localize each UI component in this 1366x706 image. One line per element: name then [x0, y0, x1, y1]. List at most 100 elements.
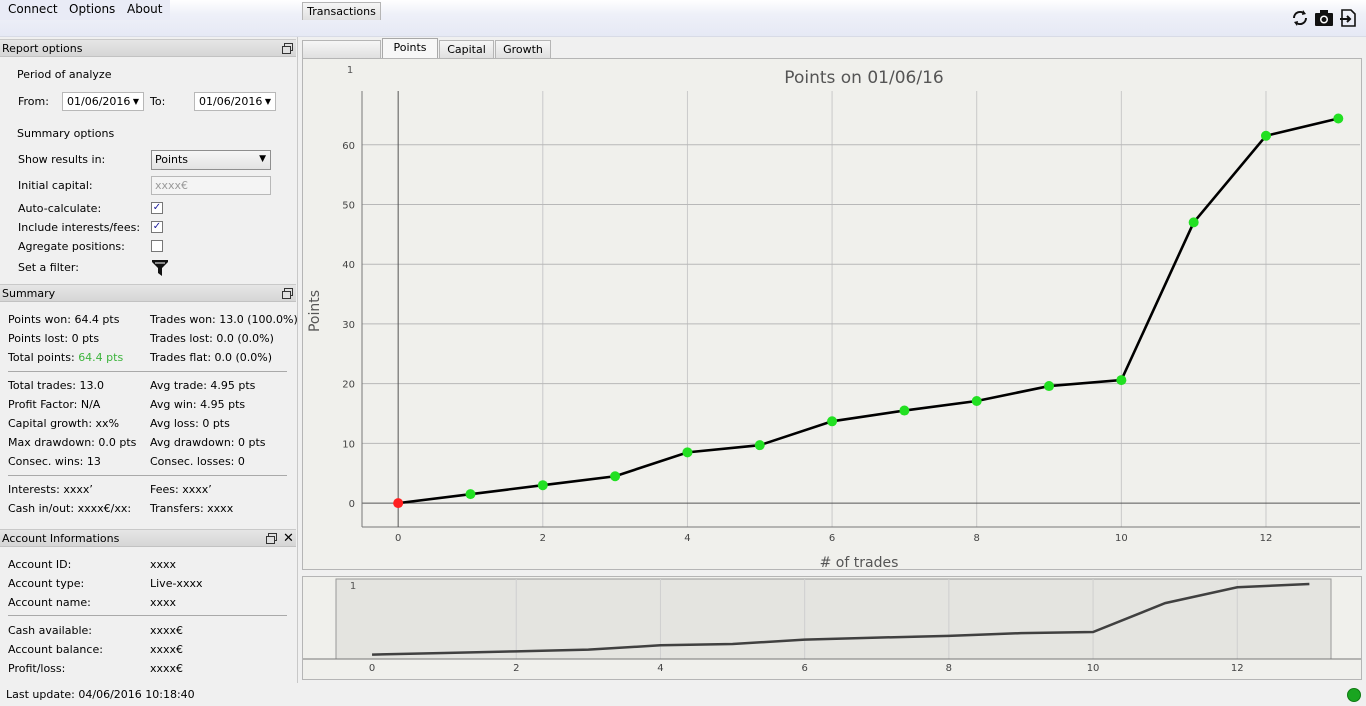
chart-title: Points on 01/06/16: [784, 68, 943, 88]
cash-available-label: Cash available:: [8, 624, 92, 637]
chevron-down-icon: ▼: [259, 154, 266, 164]
x-axis-label: # of trades: [820, 555, 899, 569]
to-date-field[interactable]: 01/06/2016 ▼: [194, 92, 276, 111]
consec-losses: Consec. losses: 0: [150, 455, 245, 468]
avg-trade: Avg trade: 4.95 pts: [150, 379, 256, 392]
points-chart[interactable]: Points on 01/06/16 1 0 2 4 6 8 10 12 0 10 20 30 40 50 6…: [302, 58, 1362, 571]
overview-tick-label: 0: [369, 663, 375, 674]
include-fees-checkbox[interactable]: ✓: [151, 221, 163, 233]
initial-capital-label: Initial capital:: [18, 179, 93, 192]
last-update: Last update: 04/06/2016 10:18:40: [6, 688, 195, 701]
tab-growth[interactable]: Growth: [495, 40, 551, 58]
filter-icon[interactable]: [152, 260, 168, 279]
float-panel-icon[interactable]: [282, 43, 293, 54]
initial-capital-input[interactable]: xxxx€: [151, 176, 271, 195]
from-date-field[interactable]: 01/06/2016 ▼: [62, 92, 144, 111]
profit-loss-value: xxxx€: [150, 662, 184, 675]
divider: [8, 615, 287, 616]
close-icon[interactable]: ✕: [283, 530, 294, 548]
interests: Interests: xxxx’: [8, 483, 93, 496]
menu-about[interactable]: About: [127, 2, 162, 16]
include-fees-label: Include interests/fees:: [18, 221, 141, 234]
overview-tick-label: 2: [513, 663, 519, 674]
overview-tick-label: 10: [1087, 663, 1100, 674]
fees: Fees: xxxx’: [150, 483, 212, 496]
y-tick-label: 60: [342, 141, 355, 152]
summary-header: Summary: [0, 284, 296, 302]
x-tick-label: 4: [684, 533, 690, 544]
exit-icon[interactable]: [1338, 8, 1358, 28]
avg-win: Avg win: 4.95 pts: [150, 398, 246, 411]
overview-tick-label: 6: [801, 663, 807, 674]
to-date-value: 01/06/2016: [199, 95, 263, 108]
splitter[interactable]: [297, 37, 298, 683]
from-label: From:: [18, 95, 49, 108]
points-lost: Points lost: 0 pts: [8, 332, 100, 345]
trades-flat: Trades flat: 0.0 (0.0%): [150, 351, 273, 364]
show-results-label: Show results in:: [18, 153, 106, 166]
cash-available-value: xxxx€: [150, 624, 184, 637]
overview-selection: [335, 578, 1332, 660]
initial-capital-placeholder: xxxx€: [155, 179, 189, 192]
tab-transactions[interactable]: Transactions: [302, 2, 381, 20]
filter-label: Set a filter:: [18, 261, 79, 274]
report-options-header: Report options: [0, 39, 296, 57]
total-points-label: Total points:: [8, 351, 75, 364]
data-point: [754, 440, 765, 451]
trades-lost: Trades lost: 0.0 (0.0%): [150, 332, 274, 345]
x-tick-label: 12: [1260, 533, 1273, 544]
consec-wins: Consec. wins: 13: [8, 455, 101, 468]
account-name-value: xxxx: [150, 596, 177, 609]
account-id-label: Account ID:: [8, 558, 72, 571]
points-series-line: [397, 117, 1339, 505]
data-point: [1333, 113, 1344, 124]
y-tick-label: 0: [349, 499, 355, 510]
overview-tick-label: 12: [1231, 663, 1244, 674]
camera-icon[interactable]: [1314, 8, 1334, 28]
account-id-value: xxxx: [150, 558, 177, 571]
overview-tick-label: 8: [946, 663, 952, 674]
points-chart-svg: Points on 01/06/1610 2 4 6 8 10 12010203040506…: [307, 65, 1360, 571]
x-tick-label: 6: [829, 533, 835, 544]
y-tick-label: 50: [342, 200, 355, 211]
overview-chart-svg: 10 2 4 6 8 10 12: [303, 578, 1361, 674]
tab-points[interactable]: Points: [382, 38, 438, 59]
data-point: [610, 471, 621, 482]
auto-calc-checkbox[interactable]: ✓: [151, 202, 163, 214]
float-panel-icon[interactable]: [282, 288, 293, 299]
overview-tick-label: 4: [657, 663, 663, 674]
chevron-down-icon: ▼: [264, 97, 271, 106]
account-name-label: Account name:: [8, 596, 91, 609]
y-tick-label: 30: [342, 320, 355, 331]
tab-transactions-bg: [302, 40, 381, 58]
data-point: [1188, 217, 1199, 228]
data-point: [537, 480, 548, 491]
y-axis-label: Points: [307, 290, 323, 332]
menu-bar: Connect Options About: [0, 0, 1366, 37]
data-point: [971, 395, 982, 406]
tab-capital[interactable]: Capital: [439, 40, 494, 58]
data-point: [682, 447, 693, 458]
account-header: Account Informations ✕: [0, 529, 296, 547]
x-tick-label: 2: [540, 533, 546, 544]
refresh-icon[interactable]: [1290, 8, 1310, 28]
max-drawdown: Max drawdown: 0.0 pts: [8, 436, 137, 449]
float-panel-icon[interactable]: [266, 533, 277, 544]
data-point: [1116, 375, 1127, 386]
account-type-value: Live-xxxx: [150, 577, 203, 590]
transfers: Transfers: xxxx: [150, 502, 234, 515]
menu-options[interactable]: Options: [69, 2, 115, 16]
overview-chart[interactable]: 1 0 2 4 6 8 10 12: [302, 576, 1362, 680]
from-date-value: 01/06/2016: [67, 95, 131, 108]
avg-drawdown: Avg drawdown: 0 pts: [150, 436, 266, 449]
show-results-select[interactable]: Points ▼: [151, 150, 271, 170]
y-tick-label: 10: [342, 439, 355, 450]
aggregate-checkbox[interactable]: [151, 240, 163, 252]
report-options-title: Report options: [2, 42, 83, 55]
total-trades: Total trades: 13.0: [8, 379, 104, 392]
y-tick-label: 20: [342, 380, 355, 391]
aggregate-label: Agregate positions:: [18, 240, 125, 253]
menu-connect[interactable]: Connect: [8, 2, 58, 16]
x-tick-label: 8: [974, 533, 980, 544]
summary-options-label: Summary options: [17, 127, 115, 140]
